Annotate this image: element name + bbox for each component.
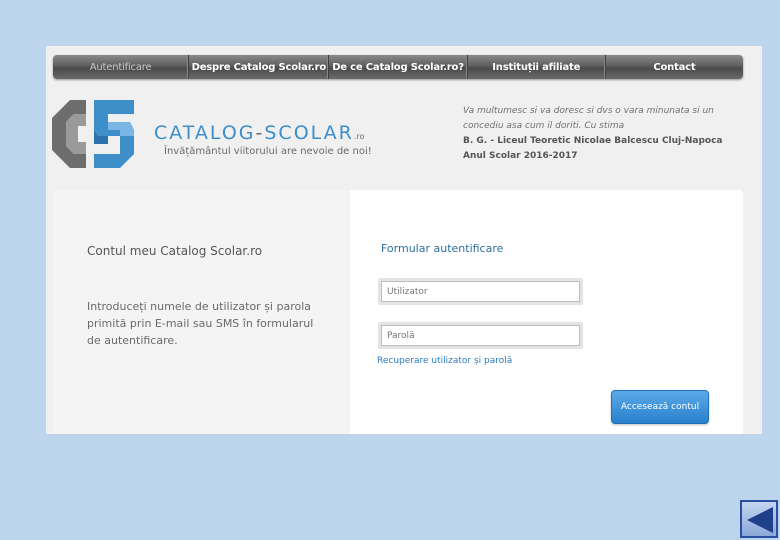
nav-item-autentificare[interactable]: Autentificare bbox=[53, 55, 190, 79]
message-signature: B. G. - Liceul Teoretic Nicolae Balcescu… bbox=[463, 136, 723, 146]
school-message: Va multumesc si va doresc si dvs o vara … bbox=[463, 104, 733, 164]
account-title: Contul meu Catalog Scolar.ro bbox=[87, 244, 263, 258]
message-text: Va multumesc si va doresc si dvs o vara … bbox=[463, 106, 714, 131]
logo-suffix: .ro bbox=[353, 132, 365, 141]
back-arrow-icon bbox=[747, 507, 773, 533]
catalog-scolar-logo-icon bbox=[52, 100, 134, 168]
account-info-panel: Contul meu Catalog Scolar.ro Introduceți… bbox=[53, 190, 350, 434]
back-button[interactable] bbox=[740, 500, 778, 538]
logo-tagline: Învățământul viitorului are nevoie de no… bbox=[164, 146, 372, 157]
nav-item-de-ce[interactable]: De ce Catalog Scolar.ro? bbox=[329, 55, 468, 79]
logo-word-scolar: SCOLAR bbox=[264, 122, 354, 144]
nav-item-contact[interactable]: Contact bbox=[606, 55, 743, 79]
account-instructions: Introduceți numele de utilizator și paro… bbox=[87, 300, 314, 347]
message-year: Anul Scolar 2016-2017 bbox=[463, 151, 578, 161]
password-input[interactable] bbox=[381, 325, 580, 346]
password-field-wrapper bbox=[378, 322, 583, 349]
nav-item-institutii[interactable]: Instituții afiliate bbox=[468, 55, 606, 79]
screenshot-frame: Autentificare Despre Catalog Scolar.ro D… bbox=[46, 46, 762, 434]
username-field-wrapper bbox=[378, 278, 583, 305]
recover-credentials-link[interactable]: Recuperare utilizator și parolă bbox=[377, 356, 512, 366]
logo-word-catalog: CATALOG bbox=[154, 122, 256, 144]
nav-item-despre[interactable]: Despre Catalog Scolar.ro bbox=[189, 55, 330, 79]
logo-wordmark: CATALOG-SCOLAR.ro bbox=[154, 122, 364, 144]
login-submit-button[interactable]: Accesează contul bbox=[611, 390, 709, 424]
username-input[interactable] bbox=[381, 281, 580, 302]
login-panel: Contul meu Catalog Scolar.ro Introduceți… bbox=[53, 190, 743, 434]
top-navigation-bar: Autentificare Despre Catalog Scolar.ro D… bbox=[53, 55, 743, 79]
login-form-title: Formular autentificare bbox=[381, 242, 504, 255]
